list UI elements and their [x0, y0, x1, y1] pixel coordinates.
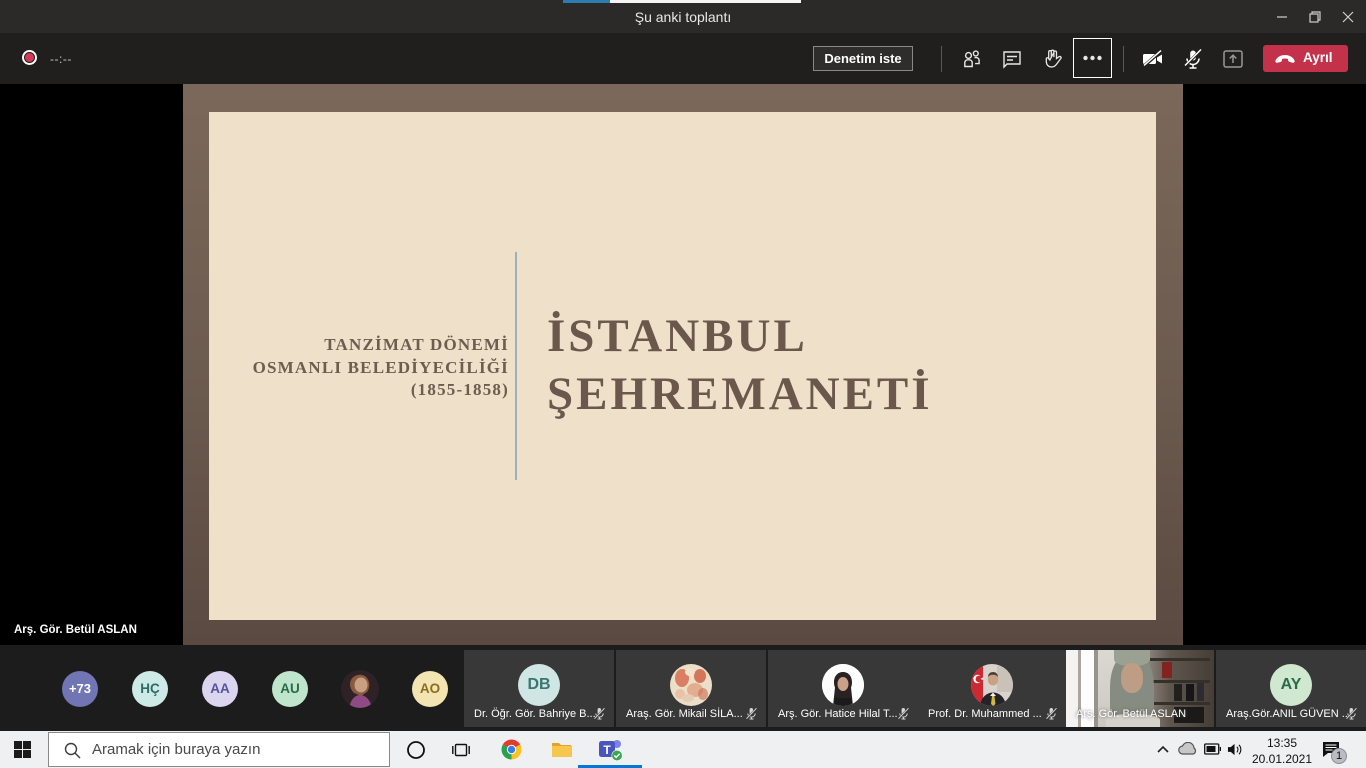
- svg-text:T: T: [603, 743, 611, 757]
